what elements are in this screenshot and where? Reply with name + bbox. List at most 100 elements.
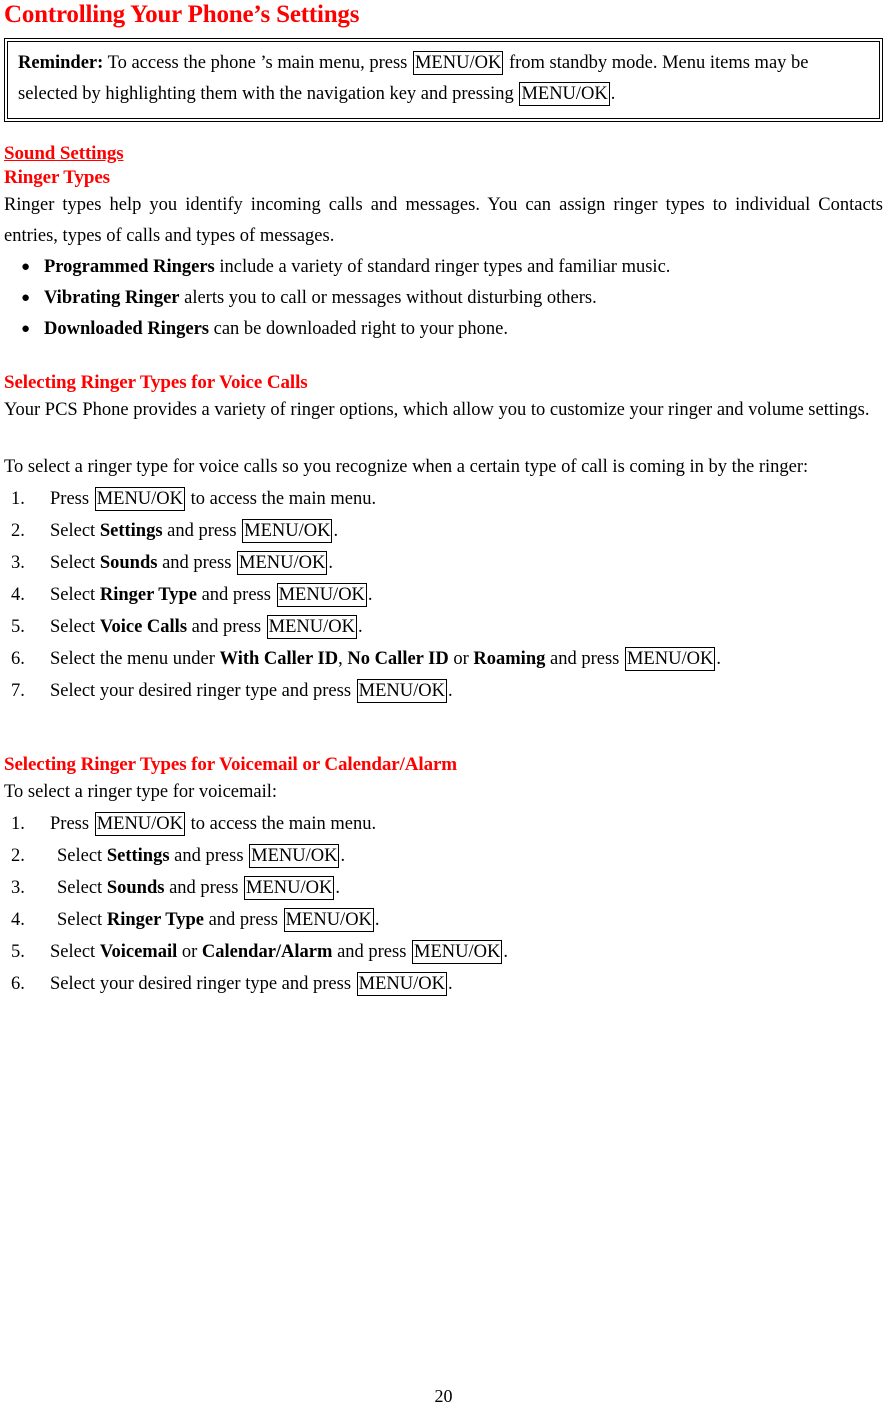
menu-ok-key[interactable]: MENU/OK xyxy=(244,876,335,900)
menu-ok-key[interactable]: MENU/OK xyxy=(519,82,610,106)
list-item: 5. Select Voicemail or Calendar/Alarm and… xyxy=(4,936,883,968)
menu-ok-key[interactable]: MENU/OK xyxy=(412,51,504,75)
reminder-part-3: . xyxy=(610,84,616,104)
bullet-dot-icon: ● xyxy=(21,259,31,275)
menu-ok-key[interactable]: MENU/OK xyxy=(94,487,186,511)
step-text-post: . xyxy=(340,846,346,866)
bullet-description: alerts you to call or messages without d… xyxy=(179,288,597,308)
list-item: 6. Select the menu under With Caller ID, … xyxy=(4,643,883,675)
step-text-pre: Select the menu under xyxy=(50,649,220,669)
reminder-callout-inner: Reminder: To access the phone ’s main me… xyxy=(7,41,880,119)
reminder-callout-box: Reminder: To access the phone ’s main me… xyxy=(4,38,883,122)
step-text-post: . xyxy=(448,681,453,701)
step-text-post: . xyxy=(448,974,453,994)
menu-item-name: No Caller ID xyxy=(347,649,449,669)
voicemail-lead-in: To select a ringer type for voicemail: xyxy=(4,782,278,802)
step-number: 4. xyxy=(11,910,25,930)
bullet-description: can be downloaded right to your phone. xyxy=(208,319,508,339)
menu-item-name: Ringer Type xyxy=(106,910,204,930)
bullet-term: Downloaded Ringers xyxy=(44,319,209,339)
step-text-mid: and press xyxy=(203,910,283,930)
bullet-dot-icon: ● xyxy=(21,321,31,337)
bullet-term: Programmed Ringers xyxy=(44,257,215,277)
menu-ok-key[interactable]: MENU/OK xyxy=(237,551,328,575)
menu-ok-key[interactable]: MENU/OK xyxy=(356,679,448,703)
step-text-pre: Select xyxy=(50,617,100,637)
voice-calls-lead-in: To select a ringer type for voice calls … xyxy=(4,457,809,477)
step-text-pre: Select xyxy=(50,585,100,605)
reminder-text: Reminder: To access the phone ’s main me… xyxy=(18,48,869,110)
subsection-heading-voicemail: Selecting Ringer Types for Voicemail or … xyxy=(4,754,458,775)
subsection-heading-voice-calls: Selecting Ringer Types for Voice Calls xyxy=(4,372,308,393)
list-item: 4. Select Ringer Type and press MENU/OK. xyxy=(4,579,883,611)
menu-item-name: Sounds xyxy=(106,878,165,898)
step-text-post: . xyxy=(335,878,341,898)
page-title: Controlling Your Phone’s Settings xyxy=(4,1,360,28)
list-item: 7. Select your desired ringer type and pr… xyxy=(4,675,883,707)
step-number: 4. xyxy=(11,585,25,605)
list-item: 2. Select Settings and press MENU/OK. xyxy=(4,840,883,872)
step-text-pre: Press xyxy=(50,814,94,834)
step-text-sep-1: , xyxy=(338,649,348,669)
step-text-pre: Select xyxy=(57,878,107,898)
list-item: 3. Select Sounds and press MENU/OK. xyxy=(4,547,883,579)
menu-ok-key[interactable]: MENU/OK xyxy=(356,972,448,996)
step-text-post: to access the main menu. xyxy=(186,814,377,834)
menu-ok-key[interactable]: MENU/OK xyxy=(412,940,503,964)
reminder-part-1: To access the phone ’s main menu, press xyxy=(103,53,412,73)
step-text-sep-2: or xyxy=(177,942,202,962)
menu-item-name: Settings xyxy=(106,846,170,866)
menu-item-name: Ringer Type xyxy=(99,585,197,605)
menu-ok-key[interactable]: MENU/OK xyxy=(94,812,186,836)
list-item: 5. Select Voice Calls and press MENU/OK. xyxy=(4,611,883,643)
step-text-sep-2: or xyxy=(448,649,474,669)
menu-item-name: Voice Calls xyxy=(99,617,188,637)
step-number: 6. xyxy=(11,974,25,994)
step-number: 5. xyxy=(11,942,25,962)
menu-ok-key[interactable]: MENU/OK xyxy=(276,583,367,607)
step-text-post: . xyxy=(328,553,334,573)
step-text-pre: Select xyxy=(57,910,107,930)
list-item: 1. Press MENU/OK to access the main menu. xyxy=(4,483,883,515)
step-text-mid: and press xyxy=(196,585,276,605)
bullet-term: Vibrating Ringer xyxy=(44,288,180,308)
page-number: 20 xyxy=(434,1386,453,1406)
step-number: 7. xyxy=(11,681,25,701)
bullet-description: include a variety of standard ringer typ… xyxy=(214,257,671,277)
step-text-mid: and press xyxy=(332,942,412,962)
step-text-pre: Select xyxy=(50,553,100,573)
bullet-dot-icon: ● xyxy=(21,290,31,306)
step-number: 3. xyxy=(11,878,25,898)
menu-ok-key[interactable]: MENU/OK xyxy=(283,908,374,932)
step-text-post: . xyxy=(333,521,339,541)
section-heading-sound-settings: Sound Settings xyxy=(4,143,124,164)
step-text-mid: and press xyxy=(169,846,249,866)
step-text-pre: Select xyxy=(50,942,100,962)
step-number: 6. xyxy=(11,649,25,669)
list-item: 2. Select Settings and press MENU/OK. xyxy=(4,515,883,547)
step-number: 2. xyxy=(11,521,25,541)
list-item: 4. Select Ringer Type and press MENU/OK. xyxy=(4,904,883,936)
menu-ok-key[interactable]: MENU/OK xyxy=(266,615,357,639)
list-item: ● Vibrating Ringer alerts you to call or … xyxy=(4,283,883,314)
step-text-mid: and press xyxy=(162,521,242,541)
step-number: 1. xyxy=(11,814,25,834)
voice-calls-step-list: 1. Press MENU/OK to access the main menu.… xyxy=(4,483,883,707)
step-number: 3. xyxy=(11,553,25,573)
step-number: 1. xyxy=(11,489,25,509)
menu-ok-key[interactable]: MENU/OK xyxy=(242,519,333,543)
voicemail-step-list: 1. Press MENU/OK to access the main menu.… xyxy=(4,808,883,1000)
menu-ok-key[interactable]: MENU/OK xyxy=(249,844,340,868)
menu-item-name: Sounds xyxy=(99,553,158,573)
step-text-post: . xyxy=(357,617,363,637)
menu-ok-key[interactable]: MENU/OK xyxy=(624,647,716,671)
step-number: 2. xyxy=(11,846,25,866)
step-number: 5. xyxy=(11,617,25,637)
step-text-pre: Select your desired ringer type and pres… xyxy=(50,974,356,994)
step-text-pre: Select xyxy=(50,521,100,541)
step-text-pre: Press xyxy=(50,489,94,509)
